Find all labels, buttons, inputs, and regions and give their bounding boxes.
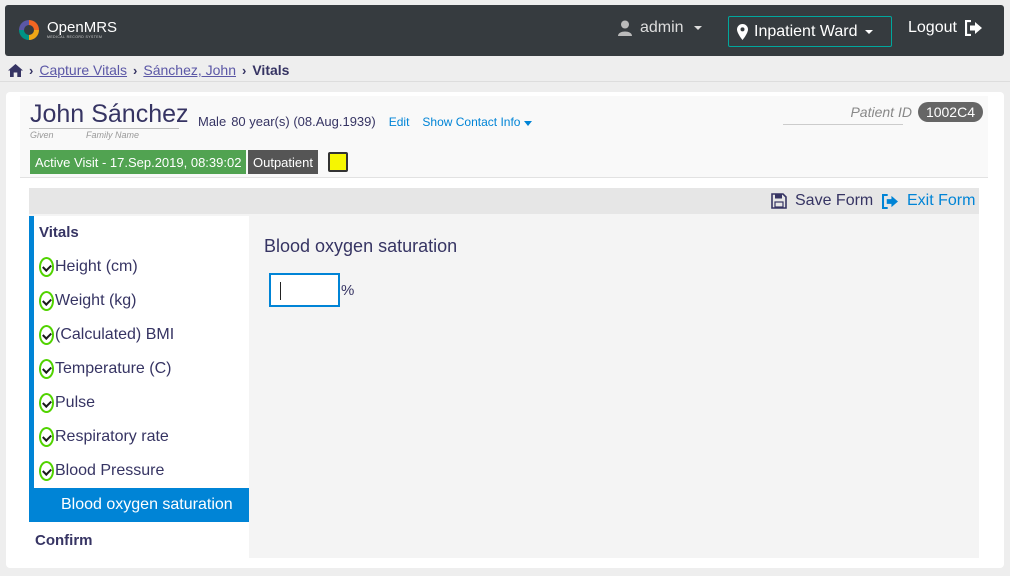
patient-id-label: Patient ID — [850, 104, 912, 120]
patient-id: Patient ID 1002C4 — [783, 102, 983, 122]
nav-item-height[interactable]: Height (cm) — [39, 250, 244, 284]
nav-item-label: Pulse — [55, 394, 96, 411]
nav-item-blood-pressure[interactable]: Blood Pressure — [39, 454, 244, 488]
user-menu[interactable]: admin — [618, 19, 702, 37]
logout-label: Logout — [908, 19, 957, 36]
section-title-vitals[interactable]: Vitals — [39, 224, 79, 241]
show-contact-info-link[interactable]: Show Contact Info — [422, 114, 533, 129]
family-name-label: Family Name — [86, 130, 140, 140]
blood-oxygen-saturation-input[interactable] — [271, 275, 338, 305]
user-icon — [618, 20, 632, 36]
patient-family-name: Sánchez — [91, 100, 189, 128]
exit-form-button[interactable]: Exit Form — [882, 192, 975, 210]
given-label: Given — [30, 130, 54, 140]
chevron-down-icon — [865, 29, 874, 34]
sign-out-icon — [964, 20, 982, 36]
blood-oxygen-saturation-input-box — [269, 273, 340, 307]
top-header: OpenMRS MEDICAL RECORD SYSTEM admin Inpa… — [5, 5, 1004, 56]
openmrs-logo-icon — [19, 20, 39, 40]
patient-demographics: Male 80 year(s) (08.Aug.1939) Edit Show … — [198, 114, 533, 129]
save-form-button[interactable]: Save Form — [771, 192, 873, 210]
nav-item-weight[interactable]: Weight (kg) — [39, 284, 244, 318]
content-card: John Sánchez Given Family Name Male 80 y… — [6, 92, 1004, 568]
form-navigation: Vitals Height (cm) Weight (kg) (Calculat… — [29, 216, 249, 558]
nav-item-label: Height (cm) — [55, 258, 138, 275]
location-selector[interactable]: Inpatient Ward — [728, 16, 892, 47]
nav-item-temperature[interactable]: Temperature (C) — [39, 352, 244, 386]
save-form-label: Save Form — [795, 192, 874, 209]
breadcrumb-patient[interactable]: Sánchez, John — [143, 62, 236, 78]
check-circle-icon — [39, 393, 54, 413]
nav-item-bmi[interactable]: (Calculated) BMI — [39, 318, 244, 352]
openmrs-logo[interactable]: OpenMRS MEDICAL RECORD SYSTEM — [17, 18, 117, 42]
section-title-confirm[interactable]: Confirm — [35, 532, 93, 549]
question-panel: Blood oxygen saturation % — [251, 216, 979, 558]
edit-patient-link[interactable]: Edit — [389, 115, 410, 129]
caret-down-icon — [524, 120, 533, 126]
unit-label: % — [341, 282, 355, 299]
home-icon[interactable] — [8, 63, 23, 77]
nav-item-label: Temperature (C) — [55, 360, 172, 377]
nav-item-blood-oxygen-saturation[interactable]: Blood oxygen saturation — [34, 488, 249, 522]
user-name: admin — [640, 19, 684, 36]
breadcrumb-current: Vitals — [252, 62, 290, 78]
active-visit-badge[interactable]: Active Visit - 17.Sep.2019, 08:39:02 — [30, 150, 247, 174]
section-accent-bar — [29, 216, 34, 522]
sticky-note-icon[interactable] — [328, 152, 348, 172]
logout-button[interactable]: Logout — [908, 19, 983, 37]
check-circle-icon — [39, 359, 54, 379]
patient-id-badge: 1002C4 — [917, 102, 983, 122]
check-circle-icon — [39, 257, 54, 277]
exit-form-label: Exit Form — [907, 192, 976, 209]
nav-item-label: Weight (kg) — [55, 292, 137, 309]
nav-item-pulse[interactable]: Pulse — [39, 386, 244, 420]
map-marker-icon — [737, 23, 748, 40]
patient-name: John Sánchez — [30, 100, 189, 129]
location-name: Inpatient Ward — [754, 22, 858, 40]
check-circle-icon — [39, 325, 54, 345]
patient-age: 80 year(s) (08.Aug.1939) — [231, 114, 376, 129]
patient-given-name: John — [30, 100, 85, 128]
patient-id-underline — [783, 124, 903, 125]
question-title: Blood oxygen saturation — [264, 236, 458, 256]
text-cursor — [280, 282, 281, 300]
breadcrumb-capture-vitals[interactable]: Capture Vitals — [39, 62, 127, 78]
sign-out-icon — [882, 193, 898, 209]
check-circle-icon — [39, 427, 54, 447]
breadcrumb: › Capture Vitals › Sánchez, John › Vital… — [8, 60, 289, 80]
breadcrumb-separator: › — [242, 62, 247, 78]
breadcrumb-separator: › — [29, 62, 34, 78]
nav-item-label: (Calculated) BMI — [55, 326, 175, 343]
logo-text: OpenMRS — [47, 18, 118, 36]
patient-header: John Sánchez Given Family Name Male 80 y… — [20, 96, 988, 178]
show-contact-info-label: Show Contact Info — [422, 114, 521, 129]
nav-item-label: Blood Pressure — [55, 462, 165, 479]
save-icon — [771, 193, 787, 209]
form-area: Save Form Exit Form Vitals Height (cm) W… — [29, 188, 979, 558]
nav-item-label: Blood oxygen saturation — [61, 496, 233, 513]
chevron-down-icon — [693, 26, 702, 30]
breadcrumb-separator: › — [133, 62, 138, 78]
patient-name-underline — [29, 128, 179, 129]
patient-gender: Male — [198, 114, 227, 129]
breadcrumb-divider — [0, 81, 1010, 82]
check-circle-icon — [39, 461, 54, 481]
nav-item-label: Respiratory rate — [55, 428, 169, 445]
nav-item-respiratory-rate[interactable]: Respiratory rate — [39, 420, 244, 454]
check-circle-icon — [39, 291, 54, 311]
form-toolbar: Save Form Exit Form — [29, 188, 979, 214]
visit-type-badge: Outpatient — [248, 150, 318, 174]
